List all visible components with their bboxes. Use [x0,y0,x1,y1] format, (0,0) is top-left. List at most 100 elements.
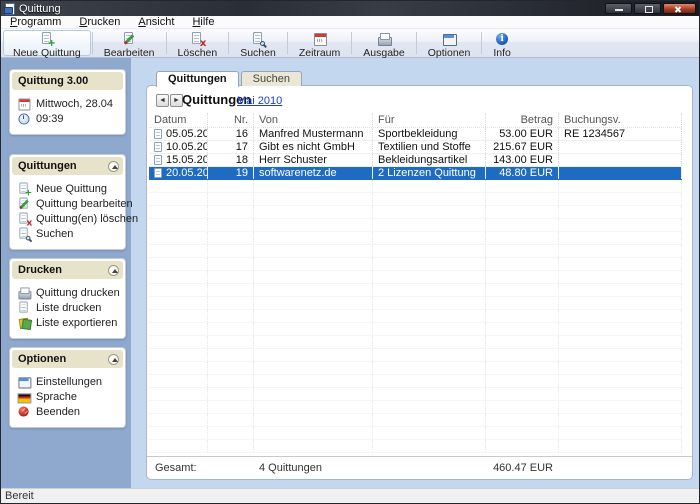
sidebar-section-optionen: OptionenEinstellungenSpracheBeenden [9,347,126,428]
toolbar-button-info[interactable]: Info [483,30,521,56]
search-icon [18,227,31,240]
cell-text: Bekleidungsartikel [378,154,467,166]
section-title: Drucken [18,264,62,276]
calendar-icon [18,97,31,110]
delete-icon [190,32,204,46]
sidebar-item-search[interactable]: Suchen [17,226,121,241]
column-header-buchungsv[interactable]: Buchungsv. [559,113,682,127]
time-label: 09:39 [36,113,64,125]
table-row[interactable]: 20.05.201019softwarenetz.de2 Lizenzen Qu… [149,167,682,180]
empty-row [149,258,682,271]
cell-text: 16 [236,128,248,140]
cell-text: 48.80 EUR [499,167,553,179]
column-header-datum[interactable]: Datum [149,113,208,127]
empty-row [149,232,682,245]
menu-item-hilfe[interactable]: Hilfe [183,16,223,28]
print-icon [18,286,31,299]
sidebar: Quittung 3.00 Mittwoch, 28.04 09:39 Quit… [9,69,126,436]
tab-quittungen[interactable]: Quittungen [156,71,239,87]
info-card: Quittung 3.00 Mittwoch, 28.04 09:39 [9,69,126,135]
column-header-nr[interactable]: Nr. [208,113,254,127]
sidebar-item-export[interactable]: Liste exportieren [17,315,121,330]
table-row[interactable]: 10.05.201017Gibt es nicht GmbHTextilien … [149,141,682,154]
empty-row [149,362,682,375]
minimize-button[interactable] [605,3,632,14]
menu-item-ansicht[interactable]: Ansicht [129,16,183,28]
column-header-von[interactable]: Von [254,113,373,127]
sidebar-item-new-receipt[interactable]: Neue Quittung [17,181,121,196]
collapse-icon[interactable] [108,161,119,172]
clock-icon [18,112,31,125]
sidebar-item-label: Einstellungen [36,376,102,388]
sidebar-item-delete[interactable]: Quittung(en) löschen [17,211,121,226]
cell-text: 20.05.2010 [166,167,208,179]
table-header-row: DatumNr.VonFürBetragBuchungsv. [149,113,682,128]
sidebar-item-page[interactable]: Liste drucken [17,300,121,315]
menubar: ProgrammDruckenAnsichtHilfe [1,16,699,29]
toolbar-button-delete[interactable]: Löschen [168,30,228,56]
window-title: Quittung [19,2,61,16]
table-row[interactable]: 15.05.201018Herr SchusterBekleidungsarti… [149,154,682,167]
status-text: Bereit [5,490,34,502]
toolbar-button-calendar[interactable]: Zeitraum [289,30,350,56]
sidebar-section-quittungen: QuittungenNeue QuittungQuittung bearbeit… [9,154,126,250]
toolbar-separator [287,32,288,54]
collapse-icon[interactable] [108,354,119,365]
cell-text: Textilien und Stoffe [378,141,471,153]
sidebar-item-flag-de[interactable]: Sprache [17,389,121,404]
sidebar-item-label: Liste exportieren [36,317,117,329]
calendar-icon [313,32,327,46]
titlebar: Quittung [1,1,699,16]
column-header-fr[interactable]: Für [373,113,486,127]
settings-icon [442,32,456,46]
sidebar-item-label: Suchen [36,228,73,240]
sidebar-item-quit[interactable]: Beenden [17,404,121,419]
table-footer: Gesamt: 4 Quittungen 460.47 EUR [147,456,692,479]
new-receipt-icon [18,182,31,195]
previous-period-button[interactable] [156,94,169,107]
flag-de-icon [18,390,31,403]
toolbar-button-print[interactable]: Ausgabe [353,30,414,56]
edit-icon [122,32,136,46]
cell-text: Sportbekleidung [378,128,458,140]
toolbar-button-settings[interactable]: Optionen [418,30,481,56]
period-link[interactable]: Mai 2010 [237,95,282,107]
main-panel: Quittungen Mai 2010 DatumNr.VonFürBetrag… [146,85,693,480]
app-icon [4,3,15,14]
menu-item-programm[interactable]: Programm [1,16,70,28]
sidebar-item-settings[interactable]: Einstellungen [17,374,121,389]
print-icon [377,32,391,46]
sidebar-item-edit[interactable]: Quittung bearbeiten [17,196,121,211]
empty-row [149,414,682,427]
cell-text: Manfred Mustermann [259,128,364,140]
statusbar: Bereit [1,488,699,503]
empty-row [149,349,682,362]
close-button[interactable] [663,3,696,14]
empty-row [149,245,682,258]
cell-text: 18 [236,154,248,166]
toolbar-button-search[interactable]: Suchen [230,30,286,56]
maximize-button[interactable] [634,3,661,14]
toolbar-button-new-receipt[interactable]: Neue Quittung [3,30,91,56]
cell-text: 215.67 EUR [493,141,553,153]
empty-row [149,310,682,323]
empty-row [149,297,682,310]
table-row[interactable]: 05.05.2010 16 Manfred Mustermann Sportbekle… [149,128,682,141]
sidebar-item-label: Quittung drucken [36,287,120,299]
toolbar-separator [166,32,167,54]
column-header-betrag[interactable]: Betrag [486,113,559,127]
toolbar-button-edit[interactable]: Bearbeiten [94,30,165,56]
tab-suchen[interactable]: Suchen [241,71,302,86]
cell-text: 19 [236,167,248,179]
collapse-icon[interactable] [108,265,119,276]
date-label: Mittwoch, 28.04 [36,98,113,110]
empty-row [149,219,682,232]
new-receipt-icon [40,32,54,46]
empty-row [149,284,682,297]
empty-row [149,271,682,284]
menu-item-drucken[interactable]: Drucken [70,16,129,28]
content-area: Quittung 3.00 Mittwoch, 28.04 09:39 Quit… [1,58,699,488]
cell-text: 05.05.2010 [166,128,208,140]
total-amount: 460.47 EUR [487,462,553,474]
sidebar-item-print[interactable]: Quittung drucken [17,285,121,300]
